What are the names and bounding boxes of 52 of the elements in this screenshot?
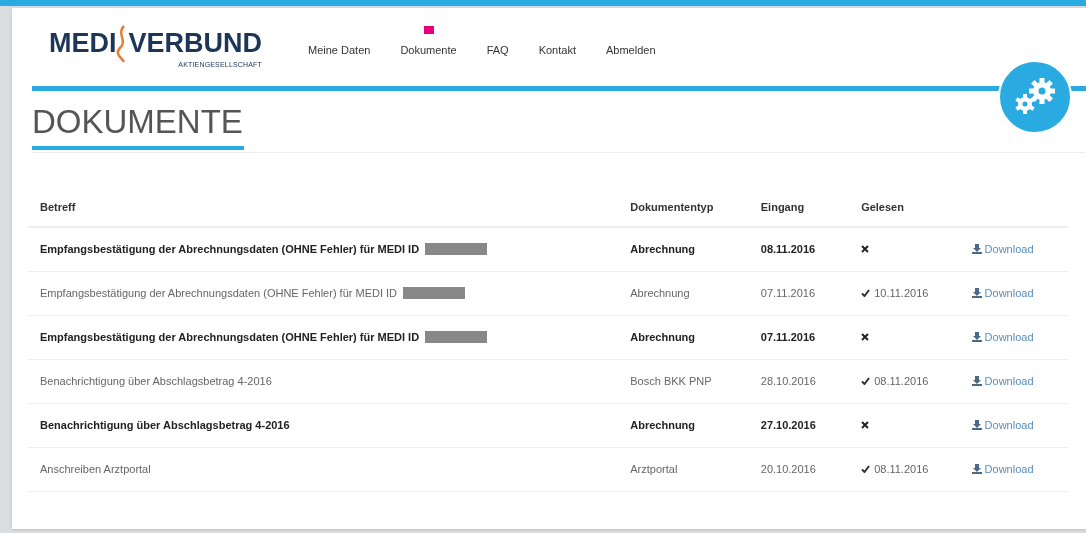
download-icon — [971, 244, 982, 255]
table-cell: 07.11.2016 — [760, 286, 815, 299]
column-header: Dokumententyp — [630, 201, 714, 214]
nav-link[interactable]: Abmelden — [605, 41, 656, 59]
checkmark-icon — [861, 465, 871, 473]
column-header: Betreff — [40, 201, 76, 214]
download-link[interactable]: Download — [971, 416, 1064, 434]
gears-icon[interactable] — [998, 60, 1072, 134]
table-cell: 28.10.2016 — [760, 374, 816, 387]
logo-text: MEDI — [49, 30, 117, 58]
checkmark-icon — [861, 289, 871, 297]
column-header: Eingang — [760, 201, 805, 214]
read-date: 08.11.2016 — [874, 373, 929, 389]
table-cell-text: Anschreiben Arztportal — [40, 461, 151, 477]
table-cell-text: Benachrichtigung über Abschlagsbetrag 4-2016 — [40, 373, 272, 389]
download-icon — [971, 288, 982, 298]
read-date: 10.11.2016 — [874, 285, 929, 301]
table-cell: Abrechnung — [630, 243, 696, 255]
table-cell: 07.11.2016 — [760, 330, 816, 343]
nav-link[interactable]: Dokumente — [400, 41, 457, 59]
table-cell: Arztportal — [630, 462, 678, 475]
table-cell-text: Empfangsbestätigung der Abrechnungsdaten (OHNE Fehler) für MEDI ID — [40, 242, 420, 257]
close-icon — [861, 333, 870, 341]
table-cell-text: Empfangsbestätigung der Abrechnungsdaten (OHNE Fehler) für MEDI ID — [40, 285, 398, 301]
nav-link[interactable]: FAQ — [486, 41, 509, 59]
download-link[interactable]: Download — [971, 460, 1064, 478]
table-cell: 20.10.2016 — [760, 462, 816, 475]
table-cell: Abrechnung — [630, 330, 696, 343]
download-link[interactable]: Download — [971, 372, 1064, 390]
table-cell-text: Empfangsbestätigung der Abrechnungsdaten (OHNE Fehler) für MEDI ID — [40, 329, 420, 345]
download-icon — [971, 464, 982, 474]
close-icon — [861, 245, 870, 254]
download-icon — [971, 420, 982, 430]
page-title: DOKUMENTE — [32, 105, 243, 138]
download-link[interactable]: Download — [971, 241, 1064, 258]
table-cell: Bosch BKK PNP — [630, 374, 712, 387]
column-header: Gelesen — [861, 201, 904, 214]
download-icon — [971, 332, 982, 342]
checkmark-icon — [861, 377, 871, 385]
download-link[interactable]: Download — [971, 284, 1064, 302]
download-link[interactable]: Download — [971, 328, 1064, 346]
table-cell: 08.11.2016 — [760, 243, 816, 255]
table-cell: Abrechnung — [630, 418, 696, 431]
table-cell-text: Benachrichtigung über Abschlagsbetrag 4-2016 — [40, 417, 290, 433]
nav-link[interactable]: Meine Daten — [308, 41, 371, 59]
table-cell: 27.10.2016 — [760, 418, 816, 431]
read-date: 08.11.2016 — [874, 461, 929, 477]
logo-text: VERBUND — [128, 30, 262, 58]
download-icon — [971, 376, 982, 386]
table-cell: Abrechnung — [630, 286, 690, 299]
close-icon — [861, 421, 870, 429]
nav-link[interactable]: Kontakt — [538, 41, 576, 59]
